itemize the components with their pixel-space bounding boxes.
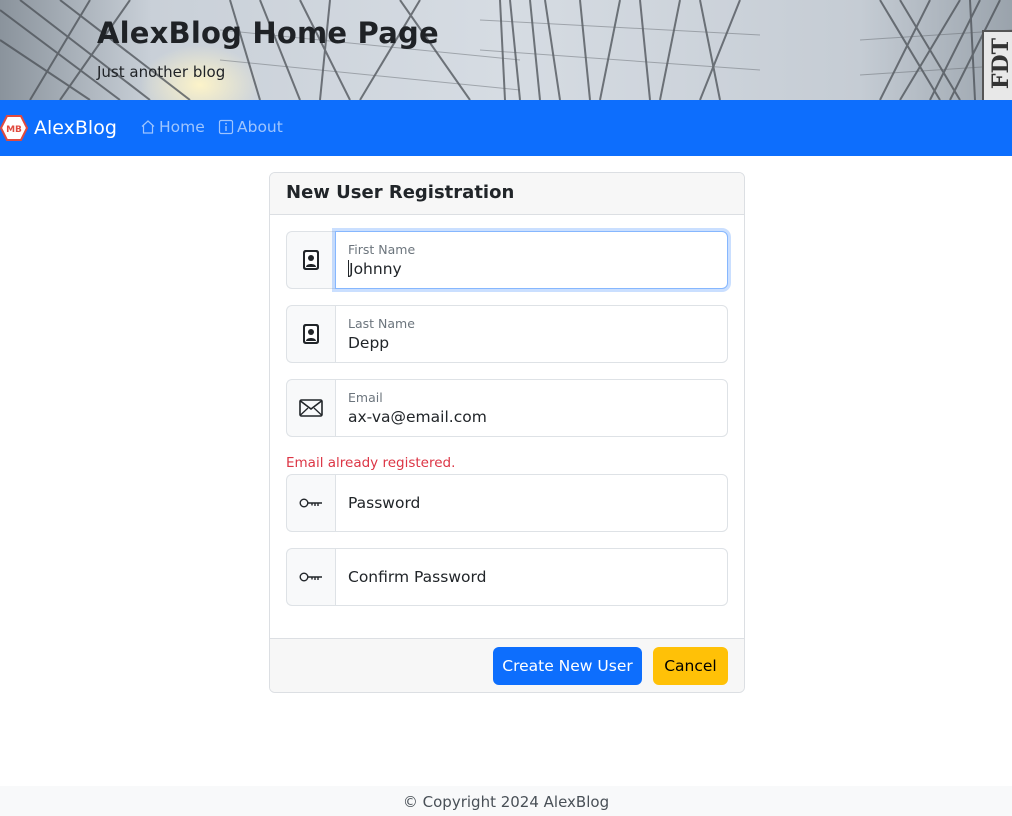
first-name-label: First Name bbox=[348, 242, 416, 257]
info-square-icon bbox=[218, 119, 234, 135]
password-group: Password bbox=[286, 474, 728, 532]
navbar-brand[interactable]: MB AlexBlog bbox=[0, 114, 117, 142]
brand-logo-text: MB bbox=[6, 125, 22, 135]
confirm-password-addon bbox=[286, 548, 335, 606]
email-label: Email bbox=[348, 390, 383, 405]
key-icon bbox=[299, 498, 322, 508]
password-addon bbox=[286, 474, 335, 532]
person-badge-icon bbox=[303, 324, 319, 344]
last-name-field[interactable]: Last Name Depp bbox=[335, 305, 728, 363]
email-group: Email ax-va@email.com bbox=[286, 379, 728, 437]
confirm-password-placeholder: Confirm Password bbox=[348, 568, 487, 586]
house-icon bbox=[141, 120, 155, 134]
first-name-value: Johnny bbox=[349, 260, 402, 278]
cancel-button[interactable]: Cancel bbox=[653, 647, 728, 685]
copyright-text: © Copyright 2024 AlexBlog bbox=[402, 793, 610, 811]
email-value: ax-va@email.com bbox=[348, 408, 487, 426]
email-addon bbox=[286, 379, 335, 437]
nav-link-home-label: Home bbox=[159, 118, 205, 136]
email-field[interactable]: Email ax-va@email.com bbox=[335, 379, 728, 437]
page-footer: © Copyright 2024 AlexBlog bbox=[0, 786, 1012, 816]
first-name-addon bbox=[286, 231, 335, 289]
key-icon bbox=[299, 572, 322, 582]
first-name-group: First Name Johnny bbox=[286, 231, 728, 289]
confirm-password-group: Confirm Password bbox=[286, 548, 728, 606]
navbar: MB AlexBlog Home About bbox=[0, 100, 1012, 156]
last-name-value: Depp bbox=[348, 334, 390, 352]
create-user-button[interactable]: Create New User bbox=[493, 647, 642, 685]
first-name-field[interactable]: First Name Johnny bbox=[335, 231, 728, 289]
header-banner: AlexBlog Home Page Just another blog FDT bbox=[0, 0, 1012, 100]
registration-card: New User Registration First Name Johnny bbox=[269, 172, 745, 693]
last-name-addon bbox=[286, 305, 335, 363]
confirm-password-field[interactable]: Confirm Password bbox=[335, 548, 728, 606]
person-badge-icon bbox=[303, 250, 319, 270]
password-placeholder: Password bbox=[348, 494, 421, 512]
envelope-icon bbox=[299, 399, 323, 417]
last-name-label: Last Name bbox=[348, 316, 415, 331]
nav-link-about[interactable]: About bbox=[218, 118, 283, 136]
last-name-group: Last Name Depp bbox=[286, 305, 728, 363]
nav-link-home[interactable]: Home bbox=[140, 118, 205, 136]
page-subtitle: Just another blog bbox=[97, 63, 226, 81]
password-field[interactable]: Password bbox=[335, 474, 728, 532]
email-error-message: Email already registered. bbox=[286, 455, 456, 471]
bridge-cables-background bbox=[0, 0, 1012, 100]
brand-name: AlexBlog bbox=[34, 117, 117, 139]
card-header: New User Registration bbox=[270, 173, 744, 215]
fdt-toolbar-toggle[interactable]: FDT bbox=[982, 30, 1012, 100]
nav-link-about-label: About bbox=[237, 118, 283, 136]
page-title: AlexBlog Home Page bbox=[97, 16, 439, 50]
fdt-label: FDT bbox=[988, 38, 1012, 90]
brand-logo-icon: MB bbox=[0, 115, 28, 141]
form-title: New User Registration bbox=[286, 182, 515, 203]
